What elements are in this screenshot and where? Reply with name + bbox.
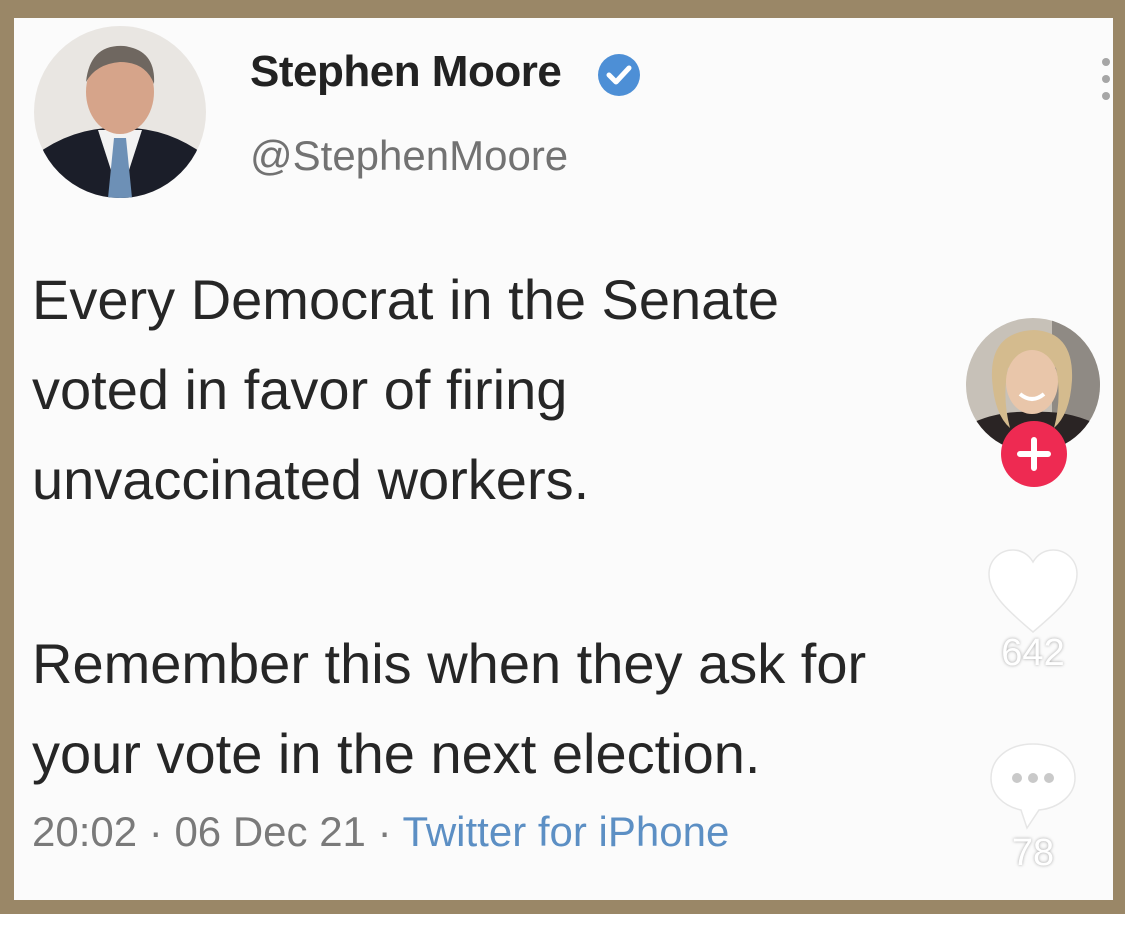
tweet-source-link[interactable]: Twitter for iPhone (403, 808, 730, 855)
author-name[interactable]: Stephen Moore (250, 47, 562, 97)
meta-separator: · (148, 808, 163, 855)
verified-badge-icon (598, 54, 640, 96)
author-avatar[interactable] (34, 26, 206, 198)
plus-icon[interactable] (1000, 420, 1068, 488)
tweet-date: 06 Dec 21 (174, 808, 366, 855)
tweet-meta: 20:02 · 06 Dec 21 · Twitter for iPhone (32, 808, 729, 856)
tweet-line: voted in favor of firing (32, 358, 568, 421)
like-count: 642 (1001, 632, 1065, 674)
heart-icon[interactable] (985, 548, 1081, 636)
tweet-line: your vote in the next election. (32, 722, 761, 785)
tweet-line: Every Democrat in the Senate (32, 268, 780, 331)
tweet-text: Every Democrat in the Senate voted in fa… (32, 255, 1112, 799)
comment-count: 78 (1011, 832, 1055, 874)
tweet-time: 20:02 (32, 808, 138, 855)
author-handle[interactable]: @StephenMoore (250, 132, 568, 180)
comment-bubble-icon[interactable] (987, 740, 1079, 832)
tweet-line: unvaccinated workers. (32, 448, 590, 511)
bottom-strip (0, 914, 1125, 932)
meta-separator: · (377, 808, 392, 855)
tweet-line: Remember this when they ask for (32, 632, 867, 695)
more-vertical-icon[interactable] (1096, 55, 1116, 103)
